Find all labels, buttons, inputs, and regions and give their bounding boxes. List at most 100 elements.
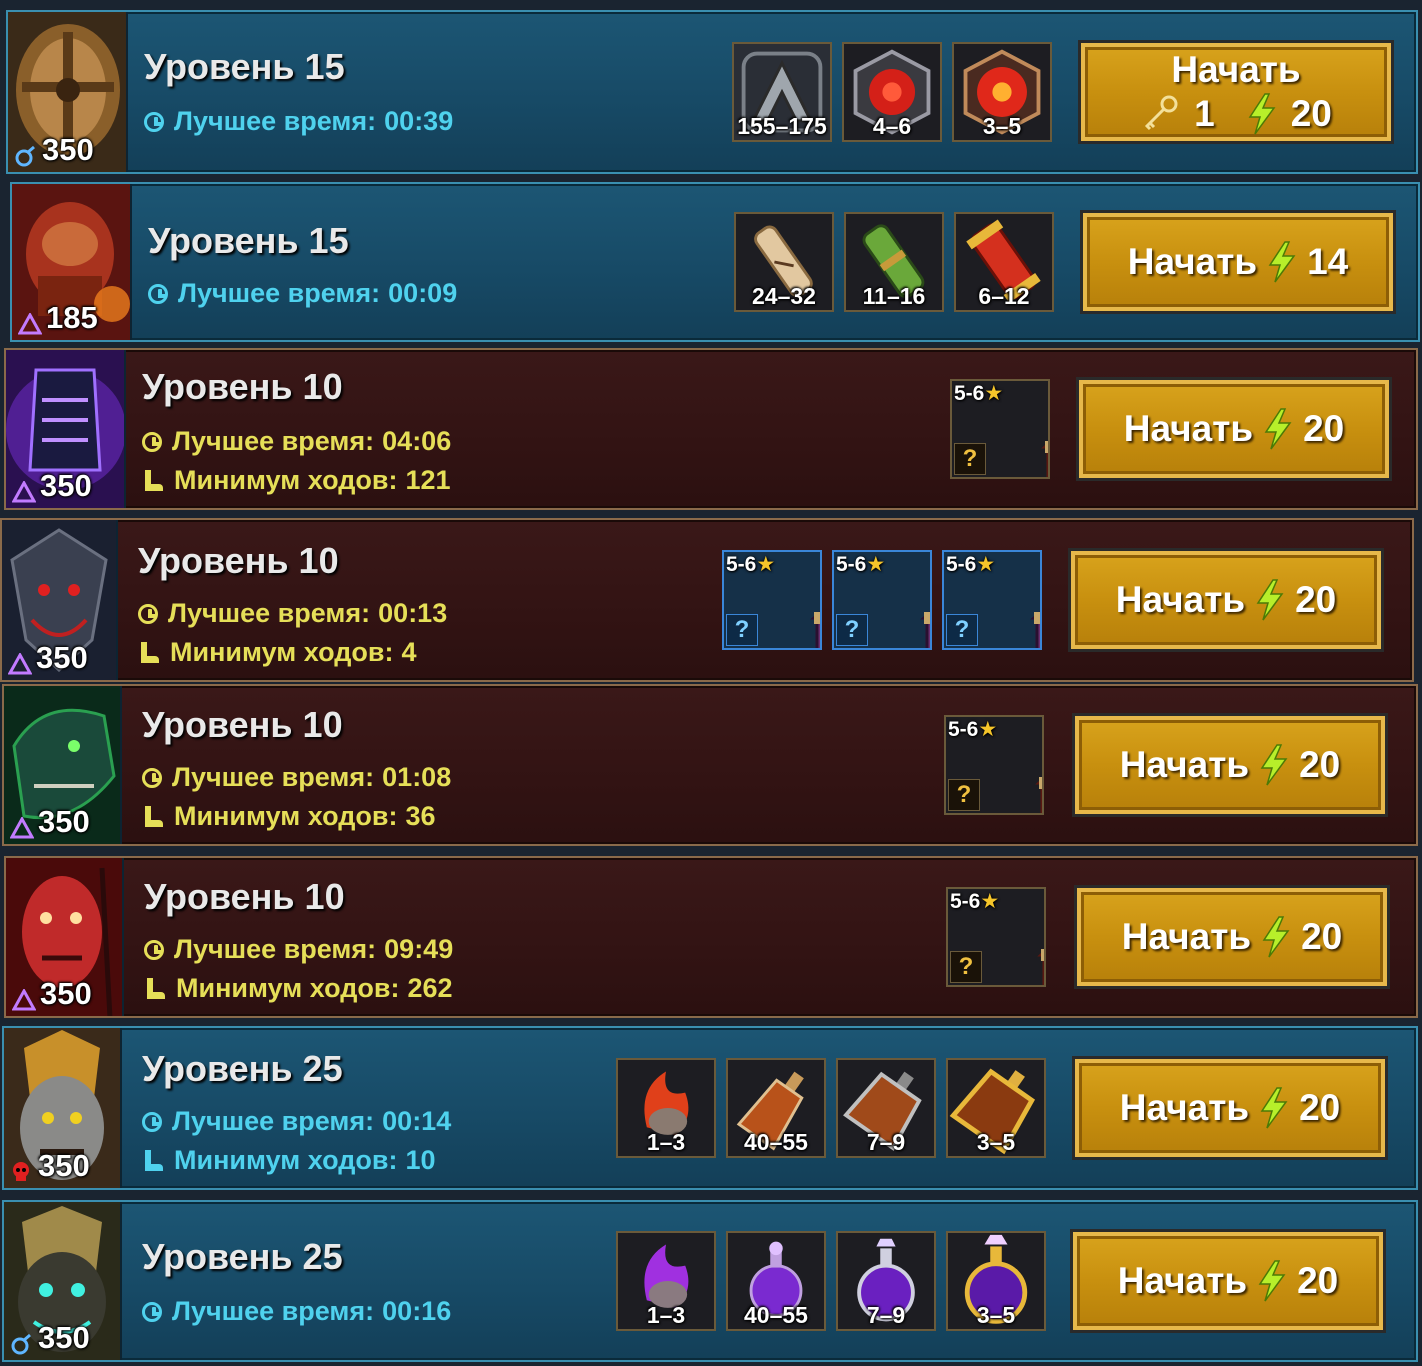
power-badge: 350: [9, 804, 90, 840]
reward-chest[interactable]: 5-6★ ?: [946, 887, 1046, 987]
clock-icon: [138, 603, 158, 624]
energy-cost: 20: [1297, 1260, 1339, 1301]
reward-item[interactable]: 1–3: [616, 1058, 716, 1158]
reward-item[interactable]: 40–55: [726, 1058, 826, 1158]
reward-item[interactable]: 1–3: [616, 1231, 716, 1331]
level-title: Уровень 10: [138, 540, 339, 581]
dungeon-row-8: 350 Уровень 25 Лучшее время: 00:16 1–3 4…: [2, 1200, 1418, 1362]
reward-amount: 3–5: [976, 1302, 1016, 1328]
level-title: Уровень 15: [148, 220, 349, 261]
reward-amount: 24–32: [752, 283, 816, 309]
reward-item[interactable]: 155–175: [732, 42, 832, 142]
power-value: 350: [42, 132, 94, 167]
boot-icon: [142, 469, 164, 492]
energy-cost: 20: [1295, 579, 1337, 620]
reward-chest[interactable]: 5-6★ ?: [942, 550, 1042, 650]
best-time-label: Лучшее время:: [174, 106, 377, 136]
star-range: 5-6★: [950, 890, 1000, 913]
best-time-label: Лучшее время:: [178, 278, 381, 308]
boss-portrait: 350: [4, 686, 122, 844]
triangle-icon: [9, 811, 35, 839]
rewards: 5-6★ ?: [950, 350, 1050, 508]
reward-chest[interactable]: 5-6★ ?: [832, 550, 932, 650]
clock-icon: [142, 1301, 162, 1322]
reward-item[interactable]: 3–5: [946, 1058, 1046, 1158]
reward-item[interactable]: 3–5: [952, 42, 1052, 142]
clock-icon: [144, 111, 164, 132]
rewards: 5-6★ ?: [946, 858, 1046, 1016]
reward-item[interactable]: 4–6: [842, 42, 942, 142]
triangle-icon: [11, 983, 37, 1011]
start-button[interactable]: Начать 20: [1074, 885, 1390, 989]
start-button[interactable]: Начать 1 20: [1078, 40, 1394, 144]
start-button[interactable]: Начать 14: [1080, 210, 1396, 314]
reward-item[interactable]: 40–55: [726, 1231, 826, 1331]
energy-icon: [1261, 916, 1291, 958]
start-label: Начать: [1115, 579, 1246, 620]
min-moves: Минимум ходов: 121: [142, 465, 451, 496]
reward-chest[interactable]: 5-6★ ?: [944, 715, 1044, 815]
power-badge: 350: [11, 976, 92, 1012]
clock-icon: [142, 767, 162, 788]
min-moves-value: 121: [405, 465, 451, 495]
reward-amount: 7–9: [866, 1129, 906, 1155]
reward-item[interactable]: 24–32: [734, 212, 834, 312]
energy-icon: [1247, 93, 1277, 135]
reward-item[interactable]: 7–9: [836, 1058, 936, 1158]
reward-chest[interactable]: 5-6★ ?: [722, 550, 822, 650]
reward-item[interactable]: 7–9: [836, 1231, 936, 1331]
boss-portrait: 350: [6, 350, 126, 508]
rewards: 5-6★ ? 5-6★ ? 5-6★ ?: [722, 520, 1042, 680]
reward-chest[interactable]: 5-6★ ?: [950, 379, 1050, 479]
rewards: 5-6★ ?: [944, 686, 1044, 844]
reward-item[interactable]: 11–16: [844, 212, 944, 312]
start-button[interactable]: Начать 20: [1070, 1229, 1386, 1333]
start-button[interactable]: Начать 20: [1068, 548, 1384, 652]
energy-cost: 20: [1303, 408, 1345, 449]
start-button[interactable]: Начать 20: [1076, 377, 1392, 481]
power-badge: 350: [14, 132, 94, 168]
min-moves: Минимум ходов: 4: [138, 637, 416, 668]
key-cost: 1: [1194, 93, 1215, 134]
reward-amount: 3–5: [982, 113, 1022, 139]
power-badge: 350: [10, 1320, 90, 1356]
start-label: Начать: [1119, 744, 1250, 785]
best-time-label: Лучшее время:: [172, 1296, 375, 1326]
level-title: Уровень 10: [144, 876, 345, 917]
energy-icon: [1259, 1087, 1289, 1129]
reward-amount: 1–3: [646, 1129, 686, 1155]
min-moves-label: Минимум ходов:: [176, 973, 400, 1003]
boot-icon: [138, 641, 160, 664]
question-mark-icon: ?: [954, 443, 986, 475]
power-value: 350: [40, 468, 92, 503]
min-moves-value: 4: [401, 637, 417, 667]
reward-item[interactable]: 3–5: [946, 1231, 1046, 1331]
dungeon-row-4: 350 Уровень 10 Лучшее время: 00:13 Миним…: [0, 518, 1414, 682]
best-time-value: 01:08: [382, 762, 452, 792]
boss-portrait: 350: [4, 1028, 122, 1188]
star-range: 5-6★: [954, 382, 1004, 405]
reward-amount: 4–6: [872, 113, 912, 139]
start-button[interactable]: Начать 20: [1072, 713, 1388, 817]
reward-amount: 3–5: [976, 1129, 1016, 1155]
best-time-label: Лучшее время:: [172, 426, 375, 456]
best-time: Лучшее время: 01:08: [142, 762, 451, 793]
reward-item[interactable]: 6–12: [954, 212, 1054, 312]
best-time: Лучшее время: 00:16: [142, 1296, 451, 1327]
rewards: 155–175 4–6 3–5: [732, 12, 1052, 172]
boot-icon: [142, 805, 164, 828]
boss-portrait: 185: [12, 184, 132, 340]
reward-amount: 11–16: [862, 283, 926, 309]
start-button[interactable]: Начать 20: [1072, 1056, 1388, 1160]
power-badge: 350: [11, 468, 92, 504]
water-affinity-icon: [14, 139, 36, 167]
dungeon-row-6: 350 Уровень 10 Лучшее время: 09:49 Миним…: [4, 856, 1418, 1018]
rewards: 1–3 40–55 7–9 3–5: [616, 1202, 1046, 1360]
start-label: Начать: [1171, 49, 1301, 90]
min-moves-value: 36: [405, 801, 436, 831]
rewards: 24–32 11–16 6–12: [734, 184, 1054, 340]
start-label: Начать: [1121, 916, 1252, 957]
clock-icon: [142, 431, 162, 452]
energy-icon: [1259, 744, 1289, 786]
min-moves-value: 262: [407, 973, 453, 1003]
